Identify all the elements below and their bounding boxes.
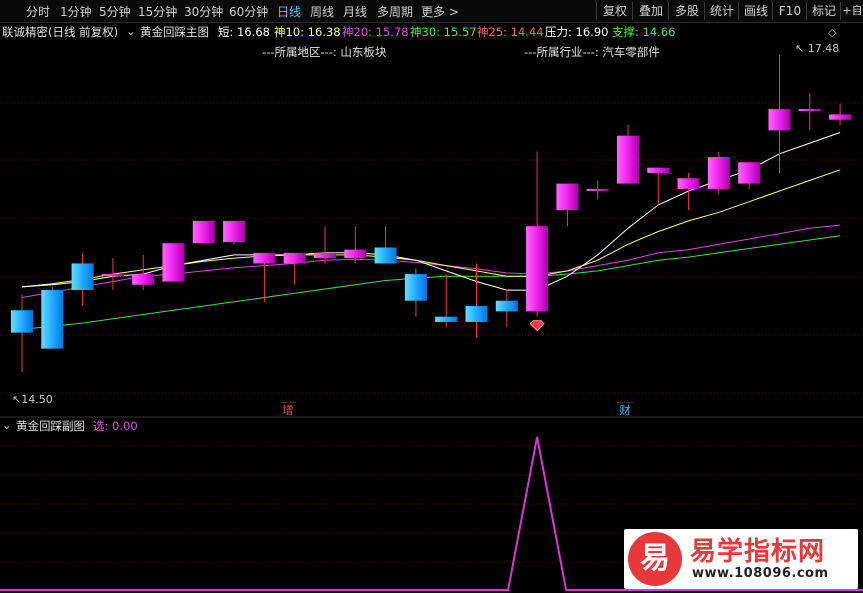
logo-title: 易学指标网 [690, 537, 826, 567]
candle-body [404, 274, 427, 301]
marker-zeng[interactable]: 增 [280, 402, 296, 418]
candle-body [707, 156, 730, 189]
signal-diamond-icon [529, 320, 545, 332]
candle-body [374, 247, 397, 264]
candle-body [617, 135, 639, 184]
low-arrow-icon: ↖ [12, 393, 22, 406]
candle-body [253, 252, 276, 264]
candle-body [586, 188, 609, 191]
settings-diamond-icon[interactable]: ◇ [828, 26, 836, 39]
candle-body [526, 226, 549, 312]
site-logo: 易 易学指标网 www.108096.com [624, 529, 858, 589]
logo-char: 易 [640, 541, 670, 576]
candle-body [192, 220, 215, 244]
high-arrow-icon: ↖ [795, 42, 805, 55]
candle-body [283, 252, 306, 264]
ma-magenta-line [21, 224, 841, 298]
high-price-label: ↖ 17.48 [795, 42, 839, 55]
candle-body [41, 290, 64, 349]
candle-body [11, 310, 33, 333]
candle-body [495, 300, 518, 312]
candle-body [101, 274, 124, 277]
candle-body [647, 167, 670, 173]
sub-indicator-value: 选: 0.00 [93, 419, 138, 433]
sub-indicator-name[interactable]: 黄金回踩副图 [16, 418, 85, 434]
candle-body [71, 263, 94, 291]
candle-body [435, 316, 458, 322]
kline-chart[interactable] [0, 0, 863, 593]
ma-white-line [21, 132, 841, 291]
high-price-value: 17.48 [807, 42, 840, 55]
candle-body [798, 109, 821, 112]
candle-body [829, 114, 852, 120]
candle-body [314, 252, 336, 259]
logo-url: www.108096.com [692, 566, 829, 581]
low-price-label: ↖14.50 [12, 393, 53, 406]
sub-collapse-icon[interactable]: ⌄ [2, 418, 12, 432]
candle-body [556, 183, 579, 211]
candle-body [162, 243, 185, 282]
candle-body [465, 306, 488, 322]
candle-body [132, 274, 155, 285]
candle-body [738, 162, 761, 184]
low-price-value: 14.50 [21, 393, 53, 406]
marker-cai[interactable]: 财 [617, 402, 633, 418]
candle-body [344, 249, 367, 259]
candle-body [677, 178, 700, 189]
candle-body [768, 109, 791, 131]
candle-body [223, 220, 246, 243]
